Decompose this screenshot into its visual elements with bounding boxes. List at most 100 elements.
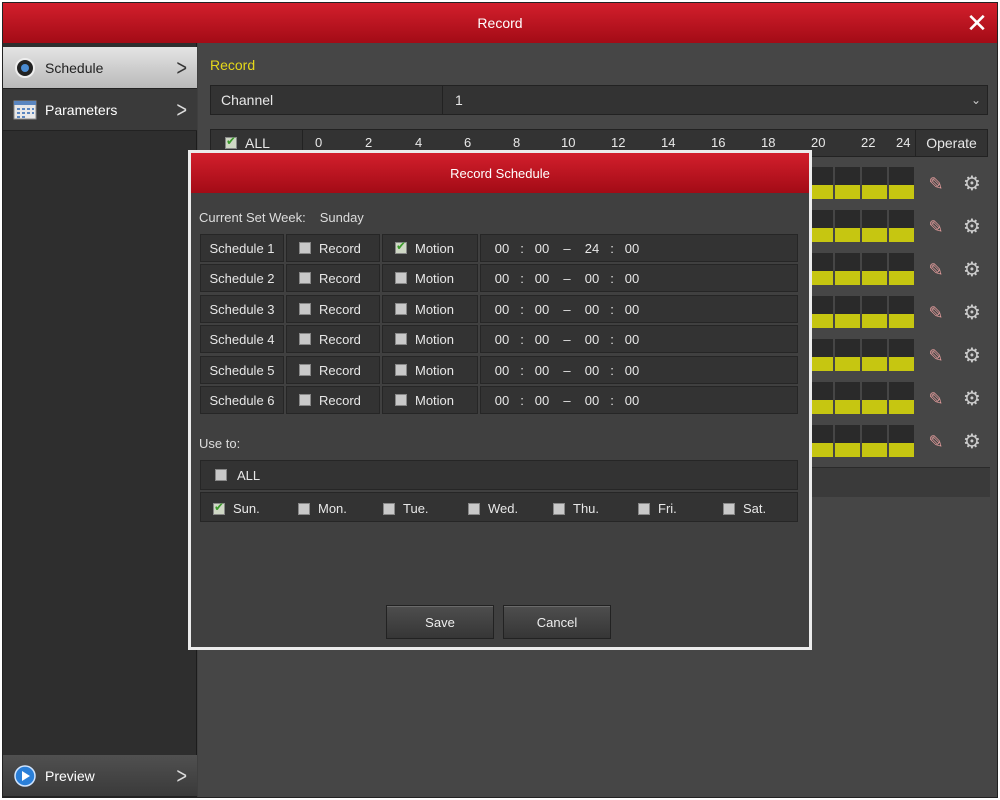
start-hour-field[interactable]: 00 [491,332,513,347]
end-minute-field[interactable]: 00 [621,302,643,317]
record-option[interactable]: Record [286,264,380,292]
gear-icon[interactable]: ⚙ [962,174,982,194]
day-checkbox[interactable] [213,500,225,515]
day-option[interactable]: Thu. [553,501,599,516]
end-hour-field[interactable]: 00 [581,393,603,408]
motion-checkbox[interactable] [395,364,407,376]
record-option[interactable]: Record [286,234,380,262]
day-option[interactable]: Fri. [638,501,677,516]
eraser-icon[interactable]: ✎ [926,217,946,237]
eraser-icon[interactable]: ✎ [926,346,946,366]
close-icon[interactable]: ✕ [963,8,991,38]
motion-checkbox[interactable] [395,333,407,345]
end-hour-field[interactable]: 00 [581,363,603,378]
start-minute-field[interactable]: 00 [531,363,553,378]
record-checkbox[interactable] [299,242,311,254]
day-checkbox[interactable] [553,502,565,515]
record-option-label: Record [319,392,361,408]
record-option[interactable]: Record [286,295,380,323]
motion-checkbox[interactable] [395,394,407,406]
save-button[interactable]: Save [386,605,494,639]
day-schedule-bar[interactable] [808,382,916,414]
day-option[interactable]: Wed. [468,501,518,516]
day-option[interactable]: Tue. [383,501,429,516]
day-checkbox[interactable] [638,502,650,515]
gear-icon[interactable]: ⚙ [962,260,982,280]
eraser-icon[interactable]: ✎ [926,174,946,194]
day-checkbox[interactable] [383,502,395,515]
eraser-icon[interactable]: ✎ [926,260,946,280]
end-minute-field[interactable]: 00 [621,393,643,408]
start-minute-field[interactable]: 00 [531,241,553,256]
cancel-button[interactable]: Cancel [503,605,611,639]
channel-label: Channel [211,86,443,114]
gear-icon[interactable]: ⚙ [962,432,982,452]
start-hour-field[interactable]: 00 [491,363,513,378]
start-hour-field[interactable]: 00 [491,302,513,317]
motion-option[interactable]: Motion [382,386,478,414]
record-checkbox[interactable] [299,272,311,284]
eraser-icon[interactable]: ✎ [926,303,946,323]
end-minute-field[interactable]: 00 [621,332,643,347]
end-hour-field[interactable]: 24 [581,241,603,256]
end-minute-field[interactable]: 00 [621,241,643,256]
motion-checkbox[interactable] [395,272,407,284]
grid-all-checkbox[interactable] [225,134,237,149]
start-hour-field[interactable]: 00 [491,241,513,256]
sidebar-item-preview[interactable]: Preview > [3,755,197,797]
record-option[interactable]: Record [286,386,380,414]
day-option[interactable]: Sat. [723,501,766,516]
channel-select[interactable]: 1 ⌄ [443,86,987,114]
use-to-all-checkbox[interactable] [215,469,227,481]
day-schedule-bar[interactable] [808,425,916,457]
record-option[interactable]: Record [286,325,380,353]
day-schedule-bar[interactable] [808,339,916,371]
motion-option[interactable]: Motion [382,356,478,384]
motion-option[interactable]: Motion [382,264,478,292]
row-operate: ✎ ⚙ [918,335,990,377]
eraser-icon[interactable]: ✎ [926,389,946,409]
start-minute-field[interactable]: 00 [531,332,553,347]
start-hour-field[interactable]: 00 [491,271,513,286]
day-schedule-bar[interactable] [808,167,916,199]
record-checkbox[interactable] [299,364,311,376]
end-minute-field[interactable]: 00 [621,363,643,378]
sidebar-item-schedule[interactable]: Schedule > [3,47,197,89]
end-minute-field[interactable]: 00 [621,271,643,286]
eraser-icon[interactable]: ✎ [926,432,946,452]
end-hour-field[interactable]: 00 [581,332,603,347]
use-to-all[interactable]: ALL [200,460,798,490]
day-option[interactable]: Mon. [298,501,347,516]
record-checkbox[interactable] [299,394,311,406]
start-minute-field[interactable]: 00 [531,393,553,408]
motion-checkbox[interactable] [395,239,407,254]
motion-option[interactable]: Motion [382,234,478,262]
use-to-label: Use to: [199,436,241,451]
gear-icon[interactable]: ⚙ [962,217,982,237]
start-minute-field[interactable]: 00 [531,271,553,286]
schedule-row: Schedule 5 Record Motion 00:00–00:00 [200,356,798,384]
motion-option[interactable]: Motion [382,325,478,353]
start-minute-field[interactable]: 00 [531,302,553,317]
sidebar-item-parameters[interactable]: Parameters > [3,89,197,131]
gear-icon[interactable]: ⚙ [962,346,982,366]
hour-label: 12 [611,135,626,150]
day-option[interactable]: Sun. [213,500,260,516]
end-hour-field[interactable]: 00 [581,302,603,317]
day-checkbox[interactable] [723,502,735,515]
record-option[interactable]: Record [286,356,380,384]
day-schedule-bar[interactable] [808,253,916,285]
end-hour-field[interactable]: 00 [581,271,603,286]
record-checkbox[interactable] [299,333,311,345]
record-checkbox[interactable] [299,303,311,315]
gear-icon[interactable]: ⚙ [962,303,982,323]
motion-checkbox[interactable] [395,303,407,315]
schedule-row: Schedule 1RecordMotion00:00–24:00 [200,234,798,262]
day-schedule-bar[interactable] [808,210,916,242]
motion-option[interactable]: Motion [382,295,478,323]
start-hour-field[interactable]: 00 [491,393,513,408]
day-schedule-bar[interactable] [808,296,916,328]
gear-icon[interactable]: ⚙ [962,389,982,409]
day-checkbox[interactable] [468,502,480,515]
day-checkbox[interactable] [298,502,310,515]
